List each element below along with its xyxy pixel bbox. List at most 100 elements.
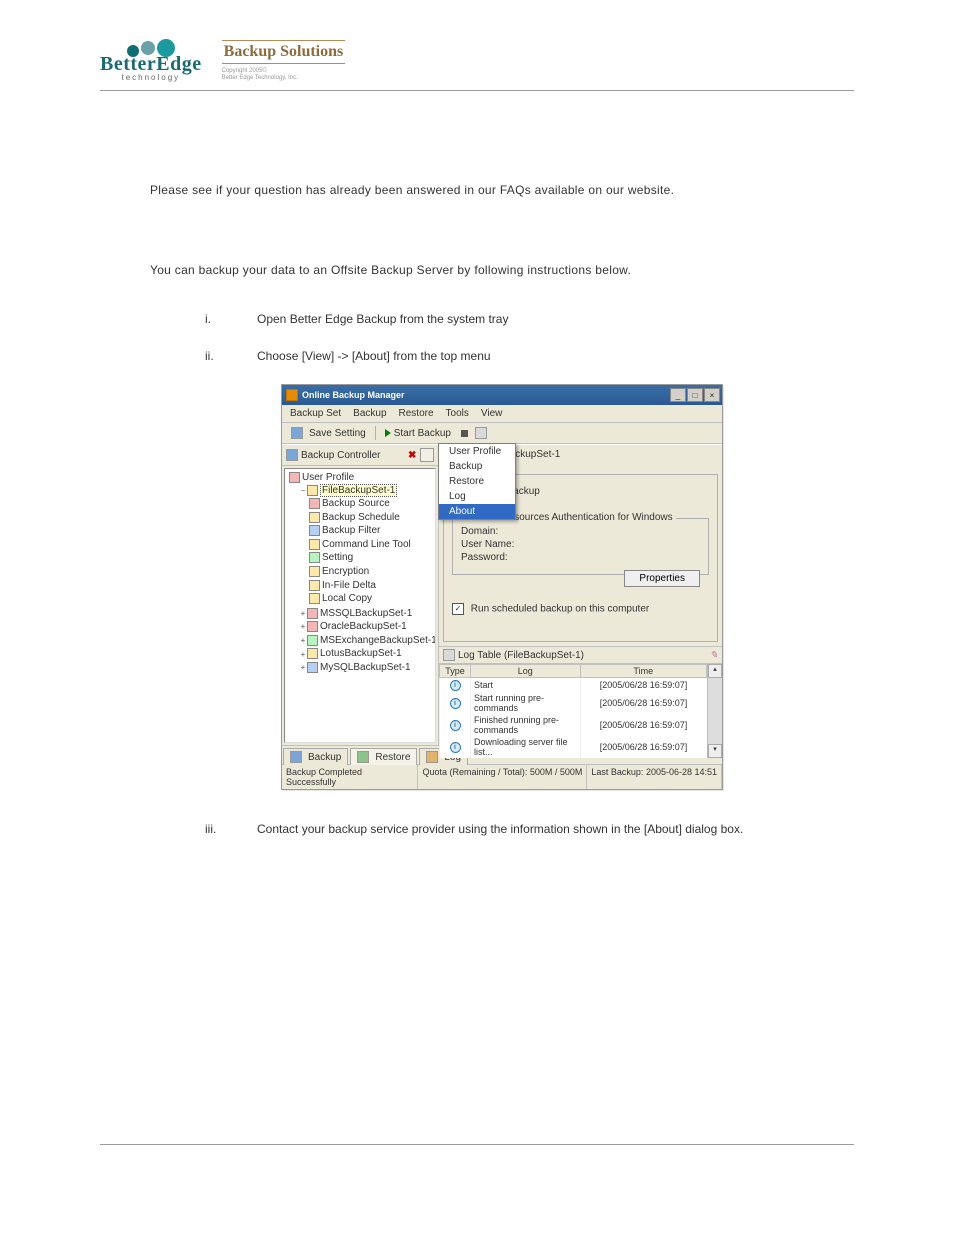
toolbar-extra-icon[interactable]: [475, 427, 487, 439]
backup-tab-icon: [290, 751, 302, 763]
log-scrollbar[interactable]: ▴ ▾: [707, 664, 722, 758]
menu-view[interactable]: View: [479, 407, 505, 420]
step-1-num: i.: [205, 310, 227, 329]
log-time: [2005/06/28 16:59:07]: [580, 678, 707, 693]
tree-cmdline[interactable]: Command Line Tool: [309, 538, 433, 552]
clear-log-icon[interactable]: ✎: [710, 650, 718, 661]
log-row[interactable]: i Start [2005/06/28 16:59:07]: [440, 678, 707, 693]
step-3-text: Contact your backup service provider usi…: [257, 820, 743, 839]
setting-icon: [309, 552, 320, 563]
minimize-button[interactable]: _: [670, 388, 686, 402]
save-setting-label: Save Setting: [309, 428, 366, 439]
folder-icon: [307, 635, 318, 646]
localcopy-icon: [309, 593, 320, 604]
app-window: Online Backup Manager _ □ × Backup Set B…: [281, 384, 723, 790]
step-2-num: ii.: [205, 347, 227, 366]
menu-item-user-profile[interactable]: User Profile: [439, 444, 515, 459]
menu-item-restore[interactable]: Restore: [439, 474, 515, 489]
menu-restore[interactable]: Restore: [397, 407, 436, 420]
network-auth-group: Network Resources Authentication for Win…: [452, 518, 709, 575]
log-table: Type Log Time i Start: [439, 664, 707, 758]
domain-label: Domain:: [461, 525, 700, 538]
tree-backup-schedule[interactable]: Backup Schedule: [309, 511, 433, 525]
username-label: User Name:: [461, 538, 700, 551]
tab-restore[interactable]: Restore: [350, 748, 417, 765]
stop-button[interactable]: [458, 429, 471, 438]
tree-view[interactable]: User Profile −FileBackupSet-1 Backup Sou…: [284, 468, 436, 743]
tree-filebackupset1[interactable]: −FileBackupSet-1 Backup Source Backup Sc…: [299, 484, 433, 607]
tree-user-profile[interactable]: User Profile −FileBackupSet-1 Backup Sou…: [289, 471, 433, 676]
restore-tab-icon: [357, 751, 369, 763]
titlebar[interactable]: Online Backup Manager _ □ ×: [282, 385, 722, 405]
checkbox-icon[interactable]: ✓: [452, 603, 464, 615]
lock-icon: [309, 566, 320, 577]
info-icon: i: [450, 698, 461, 709]
tree-setting[interactable]: Setting: [309, 552, 433, 566]
log-col-type[interactable]: Type: [440, 665, 471, 678]
menu-backup-set[interactable]: Backup Set: [288, 407, 343, 420]
close-button[interactable]: ×: [704, 388, 720, 402]
tree-oracle[interactable]: +OracleBackupSet-1: [299, 621, 433, 635]
intro-faq: Please see if your question has already …: [150, 181, 854, 200]
source-icon: [309, 498, 320, 509]
scroll-down-icon[interactable]: ▾: [708, 744, 722, 758]
log-time: [2005/06/28 16:59:07]: [580, 736, 707, 758]
scroll-up-icon[interactable]: ▴: [708, 664, 722, 678]
tree-lotus[interactable]: +LotusBackupSet-1: [299, 648, 433, 662]
log-msg: Start running pre-commands: [471, 692, 581, 714]
view-dropdown-menu[interactable]: User Profile Backup Restore Log About: [438, 443, 516, 520]
tab-restore-label: Restore: [375, 752, 410, 763]
tree-infile-delta[interactable]: In-File Delta: [309, 579, 433, 593]
menu-item-log[interactable]: Log: [439, 489, 515, 504]
log-row[interactable]: i Start running pre-commands [2005/06/28…: [440, 692, 707, 714]
menu-item-backup[interactable]: Backup: [439, 459, 515, 474]
run-scheduled-row[interactable]: ✓ Run scheduled backup on this computer: [452, 603, 709, 615]
properties-button[interactable]: Properties: [624, 570, 700, 587]
left-extra-button[interactable]: [420, 448, 434, 462]
tree-mssql[interactable]: +MSSQLBackupSet-1: [299, 607, 433, 621]
log-row[interactable]: i Downloading server file list... [2005/…: [440, 736, 707, 758]
filter-icon: [309, 525, 320, 536]
start-backup-button[interactable]: Start Backup: [382, 427, 454, 440]
step-2-text: Choose [View] -> [About] from the top me…: [257, 347, 491, 366]
logo-copyright-2: Better Edge Technology, Inc.: [222, 75, 346, 82]
folder-icon: [307, 485, 318, 496]
log-icon: [443, 649, 455, 661]
step-1: i. Open Better Edge Backup from the syst…: [205, 310, 854, 329]
tree-backup-source[interactable]: Backup Source: [309, 497, 433, 511]
tree-backup-filter[interactable]: Backup Filter: [309, 525, 433, 539]
step-3-num: iii.: [205, 820, 227, 839]
controller-icon: [286, 449, 298, 461]
menu-item-about[interactable]: About: [439, 504, 515, 519]
log-tab-icon: [426, 751, 438, 763]
log-col-log[interactable]: Log: [471, 665, 581, 678]
log-msg: Finished running pre-commands: [471, 714, 581, 736]
user-profile-icon: [289, 472, 300, 483]
folder-icon: [307, 608, 318, 619]
logo-copyright-1: Copyright 2005©: [222, 68, 346, 75]
save-setting-button[interactable]: Save Setting: [288, 426, 369, 440]
folder-icon: [307, 621, 318, 632]
status-quota: Quota (Remaining / Total): 500M / 500M: [418, 765, 587, 789]
log-col-time[interactable]: Time: [580, 665, 707, 678]
delete-icon[interactable]: ✖: [408, 450, 418, 460]
maximize-button[interactable]: □: [687, 388, 703, 402]
tree-encryption[interactable]: Encryption: [309, 566, 433, 580]
tree-local-copy[interactable]: Local Copy: [309, 593, 433, 607]
info-icon: i: [450, 680, 461, 691]
menu-tools[interactable]: Tools: [444, 407, 471, 420]
logo-betteredge: BetterEdge technology: [100, 41, 202, 82]
footer-rule: [100, 1144, 854, 1145]
tree-msexchange[interactable]: +MSExchangeBackupSet-1: [299, 634, 433, 648]
log-msg: Start: [471, 678, 581, 693]
tree-mysql[interactable]: +MySQLBackupSet-1: [299, 662, 433, 676]
step-2: ii. Choose [View] -> [About] from the to…: [205, 347, 854, 366]
left-pane: Backup Controller ✖ User Profile −FileBa…: [282, 445, 439, 745]
run-scheduled-label: Run scheduled backup on this computer: [471, 604, 649, 615]
save-icon: [291, 427, 303, 439]
log-section: Log Table (FileBackupSet-1) ✎ Type Log: [439, 646, 722, 758]
menu-backup[interactable]: Backup: [351, 407, 388, 420]
logo-subtext: technology: [121, 73, 180, 82]
tab-backup[interactable]: Backup: [283, 748, 348, 765]
log-row[interactable]: i Finished running pre-commands [2005/06…: [440, 714, 707, 736]
